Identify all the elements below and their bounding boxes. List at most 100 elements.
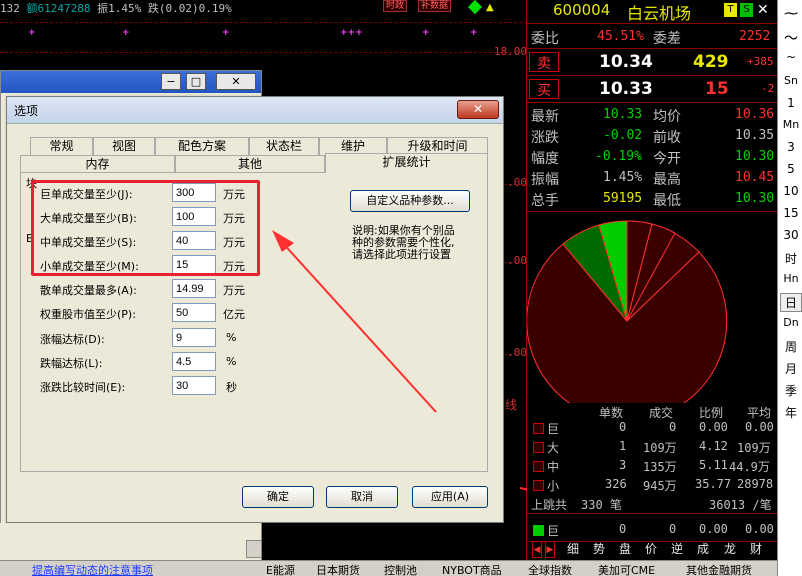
table-row: 巨 0 0 0.00 0.00 xyxy=(527,420,777,439)
prev-icon[interactable]: ◀ xyxy=(532,541,542,558)
legend-swatch xyxy=(533,423,544,434)
bottom-tab[interactable]: 其他金融期货 xyxy=(686,562,752,576)
bottom-summary-row: 巨 0 0 0.00 0.00 xyxy=(527,522,777,540)
row-avg: 0.00 xyxy=(745,420,774,434)
t-badge[interactable]: T xyxy=(724,3,737,17)
quote-panel: 600004 白云机场 T S ✕ 委比 45.51% 委差 2252 卖 10… xyxy=(527,0,777,560)
next-icon[interactable]: ▶ xyxy=(545,541,555,558)
tab-price[interactable]: 价 xyxy=(645,541,657,558)
tab-trend[interactable]: 势 xyxy=(593,541,605,558)
ok-button[interactable]: 确定 xyxy=(242,486,314,508)
period-button[interactable]: 年 xyxy=(780,404,802,421)
table-row: 大 1 109万 4.12 109万 xyxy=(527,439,777,458)
stat-value: 10.30 xyxy=(735,149,775,164)
stat-label: 均价 xyxy=(653,109,681,125)
up-count: 330 笔 xyxy=(581,498,622,512)
weibi-value: 45.51% xyxy=(597,29,644,44)
sell-label: 卖 xyxy=(529,52,559,72)
row-count: 0 xyxy=(619,420,627,434)
stat-label: 最低 xyxy=(653,193,681,209)
tab-deal[interactable]: 成 xyxy=(697,541,709,558)
period-button[interactable]: 月 xyxy=(780,360,802,377)
close-icon[interactable]: ✕ xyxy=(757,2,769,18)
row-amount: 109万 xyxy=(643,441,677,455)
row-avg: 0.00 xyxy=(745,522,774,536)
legend-swatch xyxy=(533,442,544,453)
row-count: 326 xyxy=(605,477,627,491)
table-header: 成交 xyxy=(649,406,674,420)
tab-depth[interactable]: 盘 xyxy=(619,541,631,558)
sell-row[interactable]: 卖 10.34 429 +385 xyxy=(527,50,777,76)
stat-label: 振幅 xyxy=(531,172,559,188)
period-button[interactable]: 15 xyxy=(780,206,802,220)
stat-value: -0.19% xyxy=(595,149,642,164)
period-button[interactable]: 时 xyxy=(780,250,802,267)
s-badge[interactable]: S xyxy=(740,3,753,17)
table-header: 比例 xyxy=(699,406,724,420)
bottom-tab[interactable]: 控制池 xyxy=(384,562,417,576)
tab-finance[interactable]: 财 xyxy=(750,541,762,558)
bottom-tab[interactable]: E能源 xyxy=(266,562,295,576)
period-button[interactable]: 季 xyxy=(780,382,802,399)
stock-name: 白云机场 xyxy=(627,4,692,23)
scrollbar[interactable] xyxy=(246,540,262,558)
weibi-label: 委比 xyxy=(531,31,559,47)
period-button[interactable]: Mn xyxy=(780,118,802,131)
period-button[interactable]: 3 xyxy=(780,140,802,154)
stat-label: 今开 xyxy=(653,151,681,167)
sell-volume: 429 xyxy=(693,52,729,72)
buy-volume: 15 xyxy=(705,79,729,99)
stat-value: 10.35 xyxy=(735,128,775,143)
order-pie-chart xyxy=(527,220,728,403)
row-name: 中 xyxy=(547,460,560,474)
buy-label: 买 xyxy=(529,79,559,99)
period-button[interactable]: 周 xyxy=(780,338,802,355)
legend-swatch xyxy=(533,525,544,536)
bottom-tab[interactable]: 全球指数 xyxy=(528,562,572,576)
weicha-value: 2252 xyxy=(739,29,771,44)
stat-label: 总手 xyxy=(531,193,559,209)
row-amount: 0 xyxy=(669,420,677,434)
period-button[interactable]: Hn xyxy=(780,272,802,285)
row-name: 小 xyxy=(547,479,560,493)
legend-swatch xyxy=(533,480,544,491)
buy-row[interactable]: 买 10.33 15 -2 xyxy=(527,77,777,103)
period-button[interactable]: 1 xyxy=(780,96,802,110)
tab-detail[interactable]: 细 xyxy=(567,541,579,558)
period-button-active[interactable]: 日 xyxy=(780,293,802,312)
period-button[interactable]: 10 xyxy=(780,184,802,198)
weibi-row: 委比 45.51% 委差 2252 xyxy=(527,26,777,49)
sell-price: 10.34 xyxy=(599,52,653,72)
bottom-tab[interactable]: NYBOT商品 xyxy=(442,562,502,576)
row-name: 巨 xyxy=(547,422,560,436)
tab-dragon[interactable]: 龙 xyxy=(724,541,736,558)
bottom-tab-bar: 提高编写动态的注意事项 E能源 日本期货 控制池 NYBOT商品 全球指数 美加… xyxy=(0,560,777,576)
row-amount: 135万 xyxy=(643,460,677,474)
row-ratio: 5.11 xyxy=(699,458,728,472)
apply-button[interactable]: 应用(A) xyxy=(412,486,488,508)
row-ratio: 35.77 xyxy=(695,477,732,491)
buy-change: -2 xyxy=(761,82,775,95)
bottom-tab[interactable]: 日本期货 xyxy=(316,562,360,576)
period-button[interactable]: 30 xyxy=(780,228,802,242)
row-ratio: 4.12 xyxy=(699,439,728,453)
period-button[interactable]: Sn xyxy=(780,74,802,87)
line-icon[interactable]: ~ xyxy=(780,50,802,64)
period-button[interactable]: 5 xyxy=(780,162,802,176)
stat-value: 59195 xyxy=(603,191,643,206)
table-header: 平均 xyxy=(747,406,772,420)
order-table: 单数 成交 比例 平均 巨 0 0 0.00 0.00 大 1 109万 4.1… xyxy=(527,404,777,514)
period-button[interactable]: Dn xyxy=(780,316,802,329)
stat-value: 10.30 xyxy=(735,191,775,206)
chart-icon[interactable]: ⁓ xyxy=(780,6,802,22)
cancel-button[interactable]: 取消 xyxy=(326,486,398,508)
tab-extended-stats[interactable]: 扩展统计 xyxy=(325,153,488,173)
line-chart-icon[interactable]: 〜 xyxy=(780,28,802,48)
up-label: 上跳共 xyxy=(531,498,568,512)
bottom-tab[interactable]: 美加可CME xyxy=(598,562,655,576)
background-window-body xyxy=(0,523,262,560)
bottom-link[interactable]: 提高编写动态的注意事项 xyxy=(32,562,153,576)
row-ratio: 0.00 xyxy=(699,420,728,434)
tab-reverse[interactable]: 逆 xyxy=(671,541,683,558)
row-name: 大 xyxy=(547,441,560,455)
